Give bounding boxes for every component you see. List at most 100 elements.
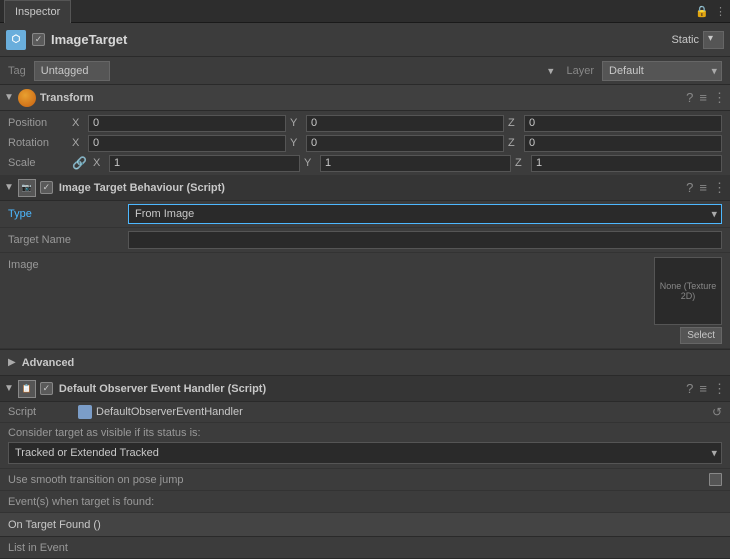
observer-icon: 📋: [18, 380, 36, 398]
transform-collapse-icon: ▼: [4, 92, 14, 103]
layer-dropdown[interactable]: Default: [602, 61, 722, 81]
object-header: ⬡ ImageTarget Static ▾: [0, 23, 730, 57]
consider-row: Consider target as visible if its status…: [0, 423, 730, 469]
rot-x-label: X: [72, 137, 84, 149]
scale-row: Scale 🔗 X Y Z: [0, 153, 730, 173]
target-name-label: Target Name: [8, 234, 128, 246]
image-target-active-checkbox[interactable]: [40, 181, 53, 194]
script-ref: DefaultObserverEventHandler ↺: [78, 405, 722, 419]
pos-y-label: Y: [290, 117, 302, 129]
static-control: Static ▾: [671, 31, 724, 49]
layer-label: Layer: [566, 65, 594, 77]
observer-section-header[interactable]: ▼ 📋 Default Observer Event Handler (Scri…: [0, 376, 730, 402]
position-row: Position X Y Z: [0, 113, 730, 133]
tag-dropdown[interactable]: Untagged: [34, 61, 110, 81]
layer-select-wrap: Default: [602, 61, 722, 81]
tag-select-wrap: Untagged: [34, 61, 559, 81]
transform-icon: [18, 89, 36, 107]
image-target-body: Type From Image From Database User Defin…: [0, 201, 730, 350]
tab-bar: Inspector 🔒 ⋮: [0, 0, 730, 23]
type-dropdown[interactable]: From Image From Database User Defined: [128, 204, 722, 224]
image-target-collapse-icon: ▼: [4, 182, 14, 193]
observer-body: Script DefaultObserverEventHandler ↺ Con…: [0, 402, 730, 559]
events-label: Event(s) when target is found:: [8, 496, 154, 508]
position-xyz: X Y Z: [72, 115, 722, 132]
object-name: ImageTarget: [51, 32, 671, 47]
rotation-row: Rotation X Y Z: [0, 133, 730, 153]
tab-label: Inspector: [15, 6, 60, 18]
pos-y-input[interactable]: [306, 115, 504, 132]
image-row: Image None (Texture 2D) Select: [0, 253, 730, 349]
static-label: Static: [671, 34, 699, 46]
transform-section-header[interactable]: ▼ Transform ? ≡ ⋮: [0, 85, 730, 111]
script-ref-name: DefaultObserverEventHandler: [96, 406, 708, 418]
lock-icon[interactable]: 🔒: [695, 5, 709, 18]
menu-icon[interactable]: ⋮: [715, 5, 726, 18]
scale-y-input[interactable]: [320, 155, 511, 172]
inspector-tab[interactable]: Inspector: [4, 0, 71, 23]
list-event-label: List in Event: [8, 542, 68, 554]
observer-menu-icon[interactable]: ⋮: [713, 381, 726, 397]
rot-z-input[interactable]: [524, 135, 722, 152]
image-target-layers-icon[interactable]: ≡: [699, 180, 707, 196]
reload-icon[interactable]: ↺: [712, 405, 722, 419]
type-row: Type From Image From Database User Defin…: [0, 201, 730, 228]
position-label: Position: [8, 117, 68, 129]
target-name-row: Target Name: [0, 228, 730, 253]
rotation-label: Rotation: [8, 137, 68, 149]
type-dropdown-wrap: From Image From Database User Defined: [128, 204, 722, 224]
rot-z-label: Z: [508, 137, 520, 149]
select-button[interactable]: Select: [680, 327, 722, 344]
observer-collapse-icon: ▼: [4, 383, 14, 394]
scale-x-input[interactable]: [109, 155, 300, 172]
transform-menu-icon[interactable]: ⋮: [713, 90, 726, 106]
script-row: Script DefaultObserverEventHandler ↺: [0, 402, 730, 423]
type-label: Type: [8, 208, 128, 220]
static-dropdown[interactable]: ▾: [703, 31, 724, 49]
active-checkbox[interactable]: [32, 33, 45, 46]
transform-body: Position X Y Z Rotation X Y Z Scale 🔗 X …: [0, 111, 730, 175]
observer-active-checkbox[interactable]: [40, 382, 53, 395]
advanced-collapse-icon: ▶: [8, 357, 16, 368]
script-ref-icon: [78, 405, 92, 419]
pos-z-label: Z: [508, 117, 520, 129]
rot-y-input[interactable]: [306, 135, 504, 152]
object-icon: ⬡: [6, 30, 26, 50]
consider-label: Consider target as visible if its status…: [8, 427, 722, 439]
observer-actions: ? ≡ ⋮: [686, 381, 726, 397]
observer-title: Default Observer Event Handler (Script): [59, 383, 686, 395]
image-label: Image: [8, 257, 128, 271]
transform-layers-icon[interactable]: ≡: [699, 90, 707, 106]
pos-z-input[interactable]: [524, 115, 722, 132]
rotation-xyz: X Y Z: [72, 135, 722, 152]
transform-title: Transform: [40, 92, 686, 104]
image-target-help-icon[interactable]: ?: [686, 180, 693, 196]
scale-z-label: Z: [515, 157, 527, 169]
scale-x-label: X: [93, 157, 105, 169]
rot-x-input[interactable]: [88, 135, 286, 152]
tag-label: Tag: [8, 65, 26, 77]
image-target-menu-icon[interactable]: ⋮: [713, 180, 726, 196]
list-event-row: List in Event: [0, 537, 730, 559]
advanced-row[interactable]: ▶ Advanced: [0, 350, 730, 376]
observer-layers-icon[interactable]: ≡: [699, 381, 707, 397]
tracked-dropdown[interactable]: Tracked or Extended Tracked Tracked Exte…: [8, 442, 722, 464]
rot-y-label: Y: [290, 137, 302, 149]
smooth-checkbox[interactable]: [709, 473, 722, 486]
pos-x-input[interactable]: [88, 115, 286, 132]
pos-x-label: X: [72, 117, 84, 129]
target-name-input[interactable]: [128, 231, 722, 249]
scale-label: Scale: [8, 157, 68, 169]
scale-z-input[interactable]: [531, 155, 722, 172]
advanced-label: Advanced: [22, 357, 75, 369]
tracked-dropdown-wrap: Tracked or Extended Tracked Tracked Exte…: [8, 442, 722, 464]
observer-help-icon[interactable]: ?: [686, 381, 693, 397]
image-preview-text: None (Texture 2D): [655, 281, 721, 301]
image-target-section-header[interactable]: ▼ 📷 Image Target Behaviour (Script) ? ≡ …: [0, 175, 730, 201]
transform-help-icon[interactable]: ?: [686, 90, 693, 106]
lock-scale-icon[interactable]: 🔗: [72, 156, 87, 170]
tag-layer-row: Tag Untagged Layer Default: [0, 57, 730, 85]
smooth-row: Use smooth transition on pose jump: [0, 469, 730, 491]
transform-actions: ? ≡ ⋮: [686, 90, 726, 106]
events-label-row: Event(s) when target is found:: [0, 491, 730, 513]
